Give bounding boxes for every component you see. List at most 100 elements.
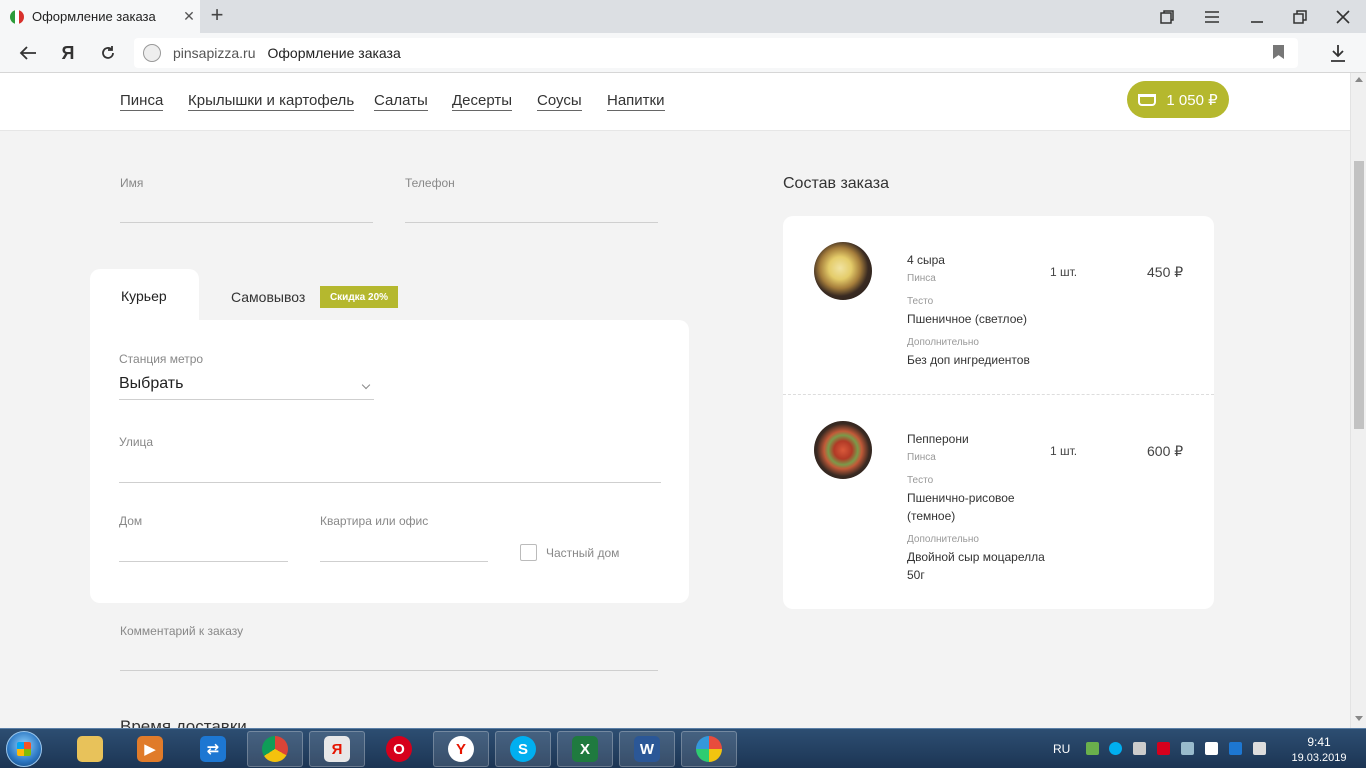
comment-label: Комментарий к заказу — [120, 624, 244, 638]
url-page-title: Оформление заказа — [267, 45, 401, 61]
page-scrollbar[interactable] — [1350, 73, 1366, 728]
scroll-down-arrow-icon[interactable] — [1355, 716, 1363, 721]
nav-link-salads[interactable]: Салаты — [374, 92, 428, 111]
system-clock[interactable]: 9:41 19.03.2019 — [1288, 734, 1350, 766]
item-extra: Двойной сыр моцарелла 50г — [907, 550, 1045, 582]
opera-icon[interactable]: O — [371, 731, 427, 767]
network-tray-icon[interactable] — [1086, 742, 1099, 755]
tabs-overview-icon[interactable] — [1147, 0, 1187, 33]
apartment-field[interactable] — [320, 561, 488, 562]
nav-link-wings[interactable]: Крылышки и картофель — [188, 92, 355, 111]
cart-total: 1 050 ₽ — [1166, 91, 1218, 109]
page-viewport: Пинса Крылышки и картофель Салаты Десерт… — [0, 73, 1350, 728]
nav-link-pinsa[interactable]: Пинса — [120, 92, 164, 111]
explorer-icon[interactable] — [62, 731, 118, 767]
item-category: Пинса — [907, 452, 936, 463]
phone-label: Телефон — [405, 176, 455, 190]
discount-badge: Скидка 20% — [320, 286, 398, 308]
excel-icon[interactable]: X — [557, 731, 613, 767]
chrome-icon[interactable] — [247, 731, 303, 767]
street-label: Улица — [119, 435, 154, 449]
site-navigation: Пинса Крылышки и картофель Салаты Десерт… — [0, 73, 1350, 131]
items-divider — [783, 394, 1214, 395]
new-tab-button[interactable]: + — [205, 4, 229, 28]
browser-tab-active[interactable]: Оформление заказа ✕ — [0, 0, 200, 33]
name-field[interactable] — [120, 222, 373, 223]
back-arrow-icon[interactable] — [14, 39, 42, 67]
tab-title: Оформление заказа — [32, 9, 156, 24]
item-extra-label: Дополнительно — [907, 337, 979, 348]
skype-tray-icon[interactable] — [1109, 742, 1122, 755]
security-tray-icon[interactable] — [1157, 742, 1170, 755]
scroll-up-arrow-icon[interactable] — [1355, 77, 1363, 82]
clock-time: 9:41 — [1307, 735, 1331, 749]
item-price: 450 ₽ — [1147, 264, 1184, 280]
nav-link-sauces[interactable]: Соусы — [537, 92, 582, 111]
browser-address-bar: Я pinsapizza.ru Оформление заказа — [0, 33, 1366, 73]
basket-icon — [1138, 93, 1157, 106]
browser-tabbar: Оформление заказа ✕ + — [0, 0, 1366, 33]
yandex-browser-icon[interactable]: Я — [309, 731, 365, 767]
chevron-down-icon[interactable] — [361, 380, 371, 390]
house-label: Дом — [119, 514, 143, 528]
cart-button[interactable]: 1 050 ₽ — [1127, 81, 1229, 118]
tab-courier-label: Курьер — [121, 288, 167, 304]
nav-link-drinks[interactable]: Напитки — [607, 92, 665, 111]
paint-icon[interactable] — [681, 731, 737, 767]
close-window-icon[interactable] — [1323, 0, 1363, 33]
url-domain: pinsapizza.ru — [173, 45, 256, 61]
metro-select[interactable]: Выбрать — [119, 375, 183, 393]
teamviewer-tray-icon[interactable] — [1229, 742, 1242, 755]
item-dough: Пшеничное (светлое) — [907, 312, 1028, 326]
pizza-4-cheese-image — [814, 242, 872, 300]
volume-icon[interactable] — [1253, 742, 1266, 755]
metro-select-underline — [119, 399, 374, 400]
phone-field[interactable] — [405, 222, 658, 223]
private-house-checkbox[interactable] — [520, 544, 537, 561]
yandex-icon[interactable]: Y — [433, 731, 489, 767]
download-icon[interactable] — [1324, 39, 1352, 67]
windows-logo-icon — [17, 742, 31, 756]
item-qty: 1 шт. — [1050, 444, 1078, 458]
private-house-label: Частный дом — [546, 546, 620, 560]
italy-flag-icon — [10, 9, 24, 24]
nav-link-desserts[interactable]: Десерты — [452, 92, 513, 111]
yandex-logo-button[interactable]: Я — [54, 39, 82, 67]
restore-icon[interactable] — [1280, 0, 1320, 33]
display-tray-icon[interactable] — [1181, 742, 1194, 755]
tab-courier[interactable]: Курьер — [90, 269, 199, 324]
word-icon[interactable]: W — [619, 731, 675, 767]
item-dough-label: Тесто — [907, 296, 934, 307]
start-button[interactable] — [6, 731, 42, 767]
item-price: 600 ₽ — [1147, 443, 1184, 459]
delivery-time-title: Время доставки — [120, 717, 247, 728]
refresh-icon[interactable] — [94, 39, 122, 67]
house-field[interactable] — [119, 561, 288, 562]
pizza-pepperoni-image — [814, 421, 872, 479]
scrollbar-thumb[interactable] — [1354, 161, 1364, 429]
item-extra-label: Дополнительно — [907, 534, 979, 545]
menu-icon[interactable] — [1192, 0, 1232, 33]
order-title: Состав заказа — [783, 175, 889, 192]
tab-pickup[interactable]: Самовывоз — [231, 289, 305, 305]
item-dough: Пшенично-рисовое (темное) — [907, 491, 1015, 523]
lock-tray-icon[interactable] — [1133, 742, 1146, 755]
language-indicator[interactable]: RU — [1053, 729, 1070, 768]
flag-tray-icon[interactable] — [1205, 742, 1218, 755]
windows-taskbar: ▶ ⇄ Я O Y S X W RU 9:41 19.03.2019 — [0, 728, 1366, 768]
url-field[interactable]: pinsapizza.ru Оформление заказа — [134, 38, 1298, 68]
globe-icon — [143, 44, 161, 62]
minimize-icon[interactable] — [1237, 0, 1277, 33]
item-qty: 1 шт. — [1050, 265, 1078, 279]
tab-close-icon[interactable]: ✕ — [178, 8, 200, 25]
media-player-icon[interactable]: ▶ — [122, 731, 178, 767]
item-name: Пепперони — [907, 432, 969, 446]
street-field[interactable] — [119, 482, 661, 483]
item-dough-label: Тесто — [907, 475, 934, 486]
skype-icon[interactable]: S — [495, 731, 551, 767]
comment-field[interactable] — [120, 670, 658, 671]
teamviewer-icon[interactable]: ⇄ — [185, 731, 241, 767]
item-extra: Без доп ингредиентов — [907, 353, 1030, 367]
bookmark-icon[interactable] — [1273, 45, 1284, 59]
order-card: 4 сыра Пинса Тесто Пшеничное (светлое) Д… — [783, 216, 1214, 609]
